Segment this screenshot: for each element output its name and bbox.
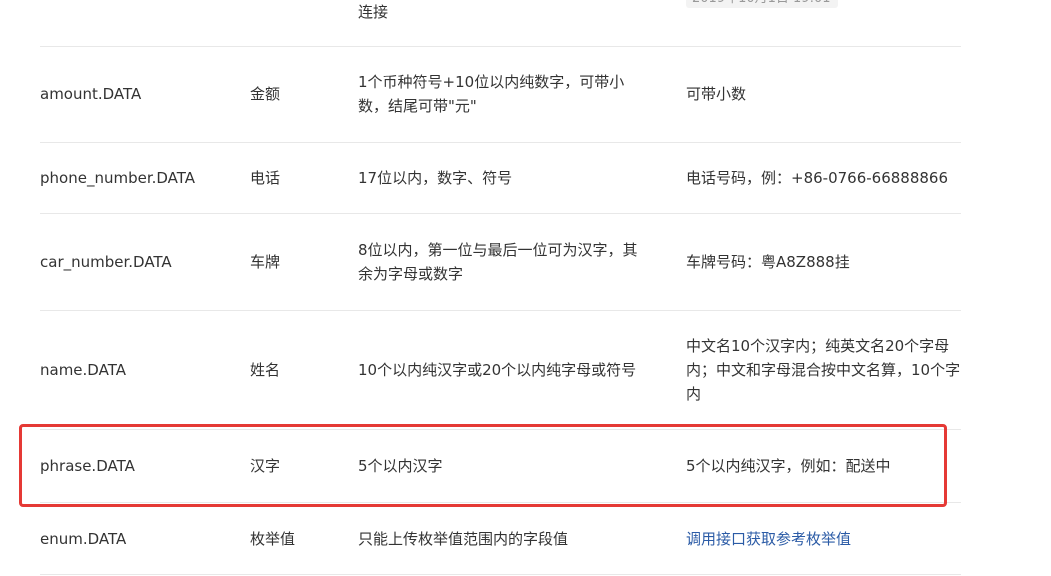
description-text: 5个以内纯汉字，例如：配送中 — [686, 457, 891, 475]
field-name: 金额 — [250, 85, 281, 103]
table-row-partial: 连接 2019年10月1日 19:01 — [40, 0, 961, 47]
table-row-amount: amount.DATA 金额 1个币种符号+10位以内纯数字，可带小数，结尾可带… — [40, 46, 961, 143]
field-name-cell: 金额 — [250, 46, 340, 142]
description-cell: 电话号码，例：+86-0766-66888866 — [686, 143, 986, 213]
field-name-cell: 枚举值 — [250, 503, 340, 574]
field-name-cell: 汉字 — [250, 430, 340, 502]
rule-cell: 10个以内纯汉字或20个以内纯字母或符号 — [358, 311, 648, 429]
description-cell: 车牌号码：粤A8Z888挂 — [686, 214, 966, 310]
rule-cell: 8位以内，第一位与最后一位可为汉字，其余为字母或数字 — [358, 214, 648, 310]
field-key: enum.DATA — [40, 529, 127, 548]
rule-text: 17位以内，数字、符号 — [358, 169, 513, 187]
description-cell: 调用接口获取参考枚举值 — [686, 503, 966, 574]
description-text: 中文名10个汉字内；纯英文名20个字母内；中文和字母混合按中文名算，10个字内 — [686, 337, 961, 403]
field-name: 电话 — [250, 169, 281, 187]
rule-cell: 连接 — [358, 0, 648, 24]
field-name: 姓名 — [250, 361, 281, 379]
field-name-cell: 车牌 — [250, 214, 340, 310]
rule-cell: 只能上传枚举值范围内的字段值 — [358, 503, 648, 574]
field-key: amount.DATA — [40, 85, 142, 103]
field-key-cell: enum.DATA — [40, 503, 240, 574]
rule-text: 1个币种符号+10位以内纯数字，可带小数，结尾可带"元" — [358, 73, 625, 115]
date-example-chip: 2019年10月1日 19:01 — [686, 0, 838, 8]
field-name-cell: 姓名 — [250, 311, 340, 429]
rule-cell: 17位以内，数字、符号 — [358, 143, 648, 213]
rule-text: 5个以内汉字 — [358, 457, 443, 475]
field-key: name.DATA — [40, 361, 126, 379]
table-row-name: name.DATA 姓名 10个以内纯汉字或20个以内纯字母或符号 中文名10个… — [40, 311, 961, 430]
table-row-car-number: car_number.DATA 车牌 8位以内，第一位与最后一位可为汉字，其余为… — [40, 214, 961, 311]
description-text: 车牌号码：粤A8Z888挂 — [686, 253, 850, 271]
field-name: 枚举值 — [250, 529, 296, 548]
rule-text: 连接 — [358, 3, 389, 21]
field-key: phrase.DATA — [40, 457, 135, 475]
rule-text: 10个以内纯汉字或20个以内纯字母或符号 — [358, 361, 637, 379]
description-cell: 中文名10个汉字内；纯英文名20个字母内；中文和字母混合按中文名算，10个字内 — [686, 311, 966, 429]
field-name: 车牌 — [250, 253, 281, 271]
description-cell: 可带小数 — [686, 46, 966, 142]
rule-cell: 5个以内汉字 — [358, 430, 648, 502]
field-key-cell: phone_number.DATA — [40, 143, 240, 213]
enum-reference-link[interactable]: 调用接口获取参考枚举值 — [686, 527, 851, 551]
table-row-phone-number: phone_number.DATA 电话 17位以内，数字、符号 电话号码，例：… — [40, 143, 961, 214]
field-key: phone_number.DATA — [40, 169, 196, 187]
field-key-cell: car_number.DATA — [40, 214, 240, 310]
field-key-cell: name.DATA — [40, 311, 240, 429]
table-row-enum: enum.DATA 枚举值 只能上传枚举值范围内的字段值 调用接口获取参考枚举值 — [40, 503, 961, 575]
field-key-cell: phrase.DATA — [40, 430, 240, 502]
field-name: 汉字 — [250, 457, 281, 475]
table-row-phrase: phrase.DATA 汉字 5个以内汉字 5个以内纯汉字，例如：配送中 — [40, 430, 961, 503]
rule-text: 只能上传枚举值范围内的字段值 — [358, 529, 569, 548]
description-text: 可带小数 — [686, 85, 747, 103]
description-text: 电话号码，例：+86-0766-66888866 — [686, 169, 949, 187]
field-name-cell: 电话 — [250, 143, 340, 213]
rule-text: 8位以内，第一位与最后一位可为汉字，其余为字母或数字 — [358, 241, 638, 283]
field-key-cell: amount.DATA — [40, 46, 240, 142]
rule-cell: 1个币种符号+10位以内纯数字，可带小数，结尾可带"元" — [358, 46, 648, 142]
description-cell: 5个以内纯汉字，例如：配送中 — [686, 430, 966, 502]
field-key: car_number.DATA — [40, 253, 172, 271]
